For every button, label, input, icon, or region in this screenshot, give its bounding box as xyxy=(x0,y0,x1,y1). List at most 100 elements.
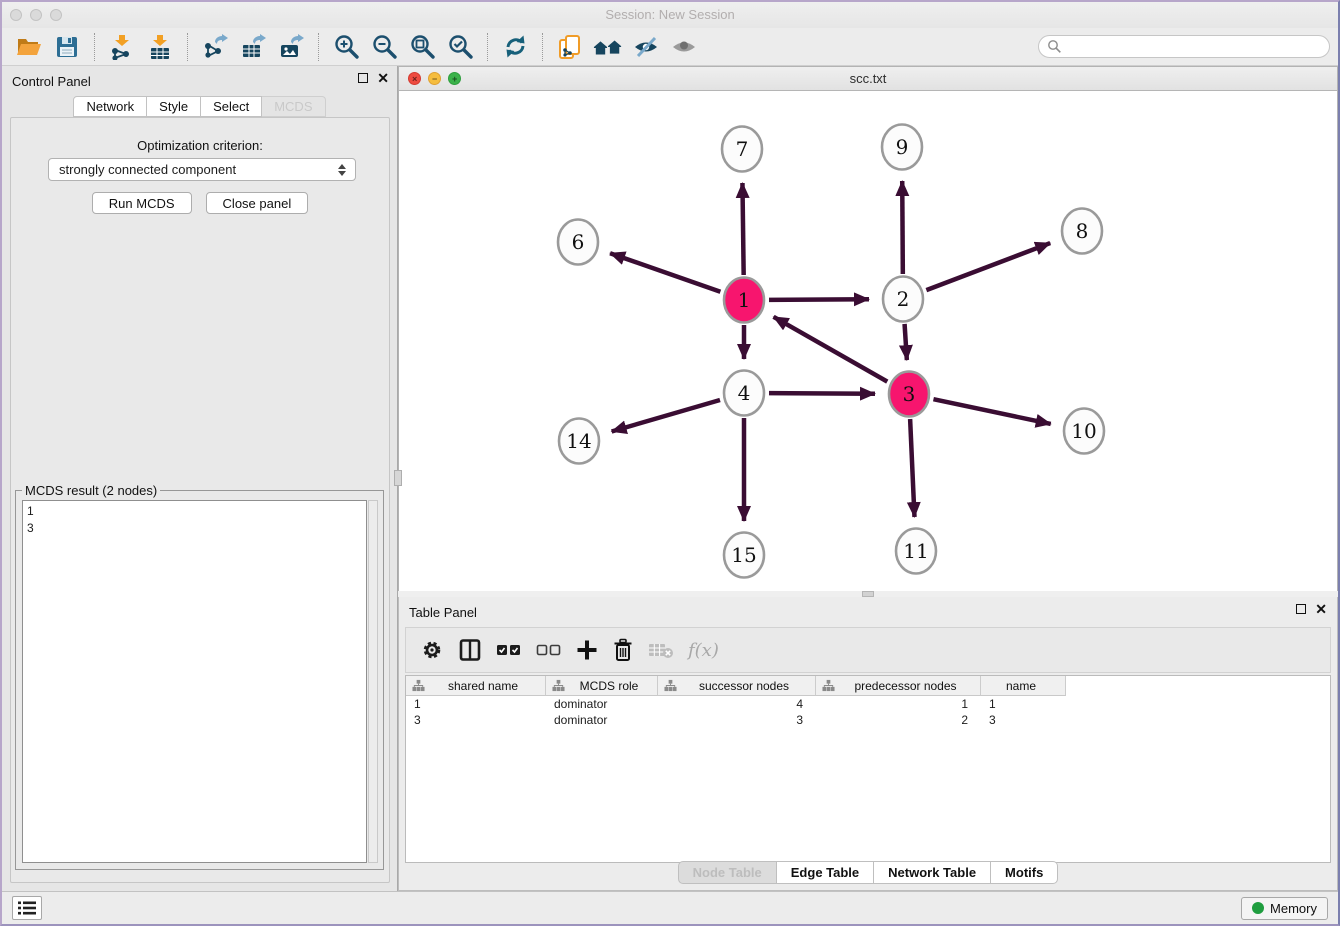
table-cell[interactable]: 1 xyxy=(816,696,981,712)
table-row[interactable]: 3dominator323 xyxy=(406,712,1330,728)
gear-icon[interactable] xyxy=(420,635,444,665)
clone-network-icon[interactable] xyxy=(555,33,585,61)
close-table-panel-icon[interactable]: ✕ xyxy=(1315,604,1327,614)
network-window-titlebar[interactable]: × − + scc.txt xyxy=(399,67,1337,91)
window-title: Session: New Session xyxy=(2,7,1338,22)
graph-edge-1-7[interactable] xyxy=(742,183,743,275)
column-header-label: successor nodes xyxy=(677,679,815,693)
control-panel-tabs: Network Style Select MCDS xyxy=(2,96,397,117)
show-all-icon[interactable] xyxy=(669,33,699,61)
graph-node-label: 1 xyxy=(738,288,751,312)
table-cell[interactable]: dominator xyxy=(546,712,658,728)
table-cell[interactable]: 3 xyxy=(981,712,1066,728)
table-cell[interactable]: 2 xyxy=(816,712,981,728)
toolbar-separator xyxy=(94,33,95,61)
control-panel-header: Control Panel ✕ xyxy=(2,66,397,96)
zoom-fit-icon[interactable] xyxy=(407,33,437,61)
graph-node-label: 3 xyxy=(903,382,916,406)
network-window-title: scc.txt xyxy=(399,71,1337,86)
graph-edge-4-14[interactable] xyxy=(612,400,720,432)
table-cell[interactable]: dominator xyxy=(546,696,658,712)
open-session-icon[interactable] xyxy=(14,33,44,61)
search-input[interactable] xyxy=(1038,35,1330,58)
tab-node-table[interactable]: Node Table xyxy=(678,861,777,884)
tab-select[interactable]: Select xyxy=(201,96,262,117)
import-network-icon[interactable] xyxy=(107,33,137,61)
graph-edge-2-9[interactable] xyxy=(902,181,903,274)
column-header-label: MCDS role xyxy=(565,679,657,693)
column-header-successor-nodes[interactable]: successor nodes xyxy=(658,676,816,696)
tab-mcds[interactable]: MCDS xyxy=(262,96,325,117)
column-header-label: name xyxy=(981,679,1065,693)
table-cell[interactable]: 3 xyxy=(406,712,546,728)
task-history-button[interactable] xyxy=(12,896,42,920)
panel-splitter-handle[interactable] xyxy=(394,470,402,486)
network-graph[interactable]: 7968124314101511 xyxy=(399,91,1327,591)
hide-selected-icon[interactable] xyxy=(631,33,661,61)
tab-network[interactable]: Network xyxy=(73,96,147,117)
graph-edge-2-3[interactable] xyxy=(905,324,907,360)
close-panel-icon[interactable]: ✕ xyxy=(377,73,389,83)
zoom-out-icon[interactable] xyxy=(369,33,399,61)
criterion-dropdown[interactable]: strongly connected component xyxy=(48,158,356,181)
tab-network-table[interactable]: Network Table xyxy=(874,861,991,884)
zoom-in-icon[interactable] xyxy=(331,33,361,61)
table-cell[interactable]: 1 xyxy=(406,696,546,712)
criterion-dropdown-value: strongly connected component xyxy=(59,162,236,177)
mcds-tab-body: Optimization criterion: strongly connect… xyxy=(10,117,390,883)
export-image-icon[interactable] xyxy=(276,33,306,61)
tree-icon xyxy=(412,679,425,692)
table-row[interactable]: 1dominator411 xyxy=(406,696,1330,712)
column-header-name[interactable]: name xyxy=(981,676,1066,696)
column-header-shared-name[interactable]: shared name xyxy=(406,676,546,696)
function-icon[interactable]: f(x) xyxy=(688,635,719,665)
run-mcds-button[interactable]: Run MCDS xyxy=(92,192,192,214)
table-cell[interactable]: 4 xyxy=(658,696,816,712)
table-cell[interactable]: 3 xyxy=(658,712,816,728)
trash-icon[interactable] xyxy=(612,635,634,665)
memory-button[interactable]: Memory xyxy=(1241,897,1328,920)
export-network-icon[interactable] xyxy=(200,33,230,61)
column-header-label: predecessor nodes xyxy=(835,679,980,693)
export-table-icon[interactable] xyxy=(238,33,268,61)
import-table-icon[interactable] xyxy=(145,33,175,61)
graph-edge-2-8[interactable] xyxy=(926,243,1050,290)
result-scrollbar[interactable] xyxy=(368,500,378,863)
right-column: × − + scc.txt 79681243141015 xyxy=(398,66,1338,891)
graph-edge-3-11[interactable] xyxy=(910,419,914,517)
tab-motifs[interactable]: Motifs xyxy=(991,861,1058,884)
tab-edge-table[interactable]: Edge Table xyxy=(777,861,874,884)
columns-icon[interactable] xyxy=(458,635,482,665)
table-cell[interactable]: 1 xyxy=(981,696,1066,712)
graph-edge-4-3[interactable] xyxy=(769,393,875,394)
table-toolbar: f(x) xyxy=(405,627,1331,673)
graph-edge-3-10[interactable] xyxy=(933,399,1050,424)
float-table-panel-icon[interactable] xyxy=(1296,604,1306,614)
column-header-MCDS-role[interactable]: MCDS role xyxy=(546,676,658,696)
tab-style[interactable]: Style xyxy=(147,96,201,117)
select-all-icon[interactable] xyxy=(496,635,522,665)
tree-icon xyxy=(664,679,677,692)
graph-node-label: 10 xyxy=(1071,419,1096,443)
chevron-up-down-icon xyxy=(335,164,355,176)
graph-edge-1-2[interactable] xyxy=(769,299,869,300)
graph-edge-3-1[interactable] xyxy=(774,317,888,382)
save-session-icon[interactable] xyxy=(52,33,82,61)
mcds-result-list[interactable]: 13 xyxy=(22,500,367,863)
deselect-all-icon[interactable] xyxy=(536,635,562,665)
node-table[interactable]: shared name MCDS role successor nodes prede… xyxy=(405,675,1331,863)
control-panel-title: Control Panel xyxy=(12,74,91,89)
houses-icon[interactable] xyxy=(593,33,623,61)
float-panel-icon[interactable] xyxy=(358,73,368,83)
refresh-icon[interactable] xyxy=(500,33,530,61)
graph-node-label: 6 xyxy=(572,230,585,254)
network-window: × − + scc.txt 79681243141015 xyxy=(398,66,1338,591)
network-canvas[interactable]: 7968124314101511 xyxy=(399,91,1337,591)
graph-edge-1-6[interactable] xyxy=(610,253,720,292)
delete-table-icon[interactable] xyxy=(648,635,674,665)
close-panel-button[interactable]: Close panel xyxy=(206,192,309,214)
zoom-selected-icon[interactable] xyxy=(445,33,475,61)
column-header-predecessor-nodes[interactable]: predecessor nodes xyxy=(816,676,981,696)
result-line: 3 xyxy=(27,520,362,537)
add-icon[interactable] xyxy=(576,635,598,665)
